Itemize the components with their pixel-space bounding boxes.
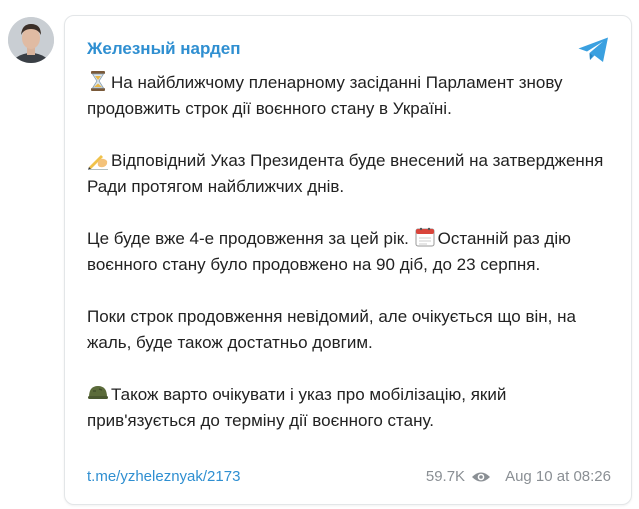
channel-name[interactable]: Железный нардеп (87, 39, 240, 59)
military-helmet-icon (88, 386, 108, 399)
paragraph-text: Це буде вже 4-е продовження за цей рік. (87, 229, 414, 248)
writing-hand-icon (88, 155, 108, 170)
hourglass-icon (91, 71, 105, 91)
calendar-icon (415, 227, 435, 247)
paragraph-text: На найближчому пленарному засіданні Парл… (87, 73, 568, 118)
post-meta: 59.7K Aug 10 at 08:26 (426, 468, 611, 485)
paragraph: На найближчому пленарному засіданні Парл… (87, 70, 619, 122)
post-card: Железный нардеп На найближчому пленарном… (64, 15, 632, 505)
paragraph: Також варто очікувати і указ про мобіліз… (87, 382, 619, 434)
view-count: 59.7K (425, 468, 466, 485)
telegram-logo-icon[interactable] (577, 36, 611, 64)
paragraph: Поки строк продовження невідомий, але оч… (87, 304, 619, 356)
paragraph-text: Відповідний Указ Президента буде внесени… (87, 151, 609, 196)
paragraph-text: Також варто очікувати і указ про мобіліз… (87, 385, 512, 430)
paragraph: Відповідний Указ Президента буде внесени… (87, 148, 619, 200)
post-date[interactable]: Aug 10 at 08:26 (505, 468, 611, 485)
channel-avatar[interactable] (8, 17, 54, 63)
post-link[interactable]: t.me/yzheleznyak/2173 (87, 468, 240, 485)
paragraph-text: Поки строк продовження невідомий, але оч… (87, 307, 581, 352)
paragraph: Це буде вже 4-е продовження за цей рік. … (87, 226, 619, 278)
post-text: На найближчому пленарному засіданні Парл… (87, 70, 619, 434)
post-footer: t.me/yzheleznyak/2173 59.7K Aug 10 at 08… (87, 468, 611, 488)
eye-icon (472, 472, 491, 481)
